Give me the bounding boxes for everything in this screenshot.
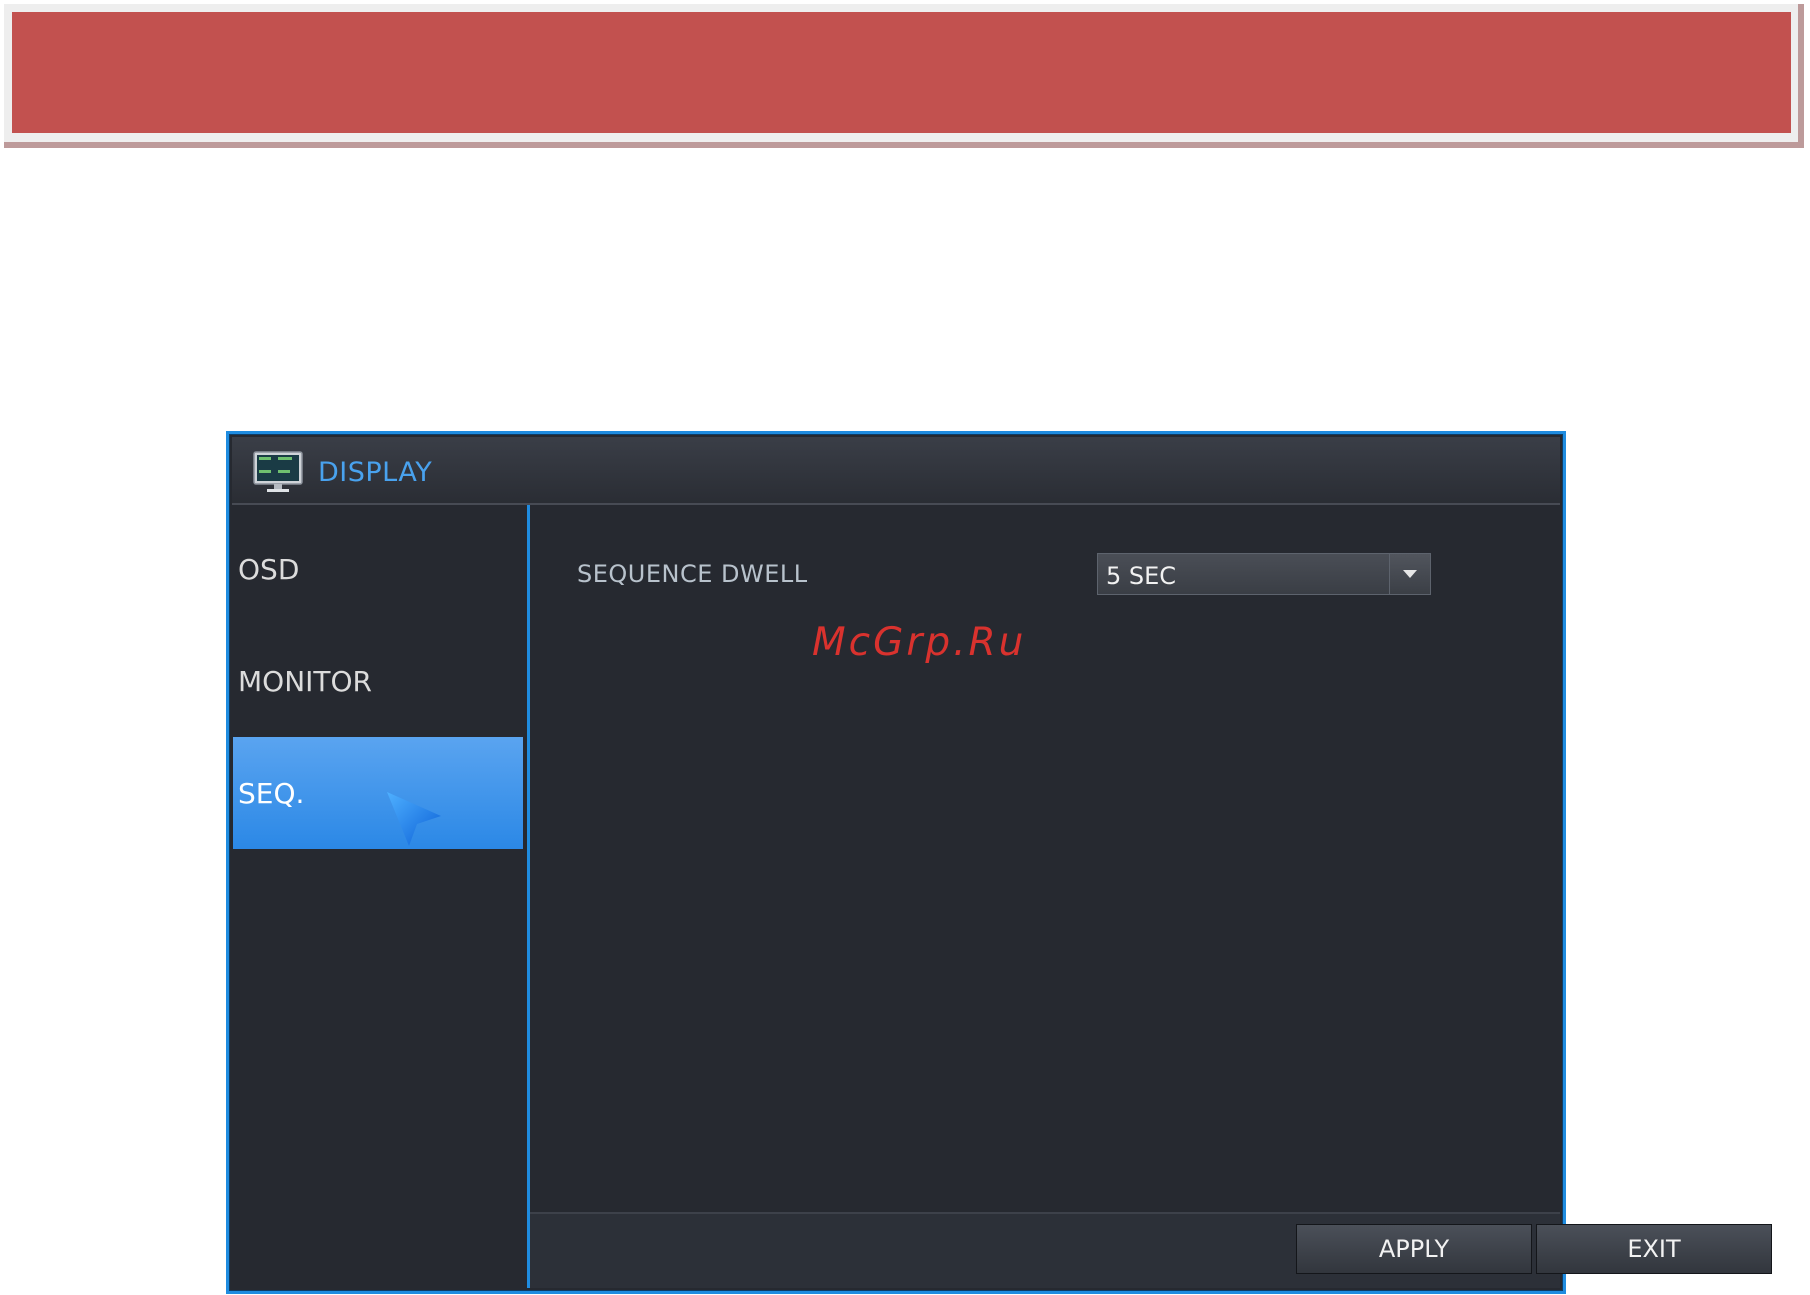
chevron-down-icon[interactable]: [1389, 554, 1430, 594]
sequence-dwell-dropdown[interactable]: 5 SEC: [1097, 553, 1431, 595]
apply-button[interactable]: APPLY: [1296, 1224, 1532, 1274]
watermark-text: McGrp.Ru: [812, 620, 1027, 665]
title-bar: DISPLAY: [232, 437, 1560, 505]
sidebar-item-seq[interactable]: SEQ.: [233, 737, 523, 849]
display-settings-window: DISPLAY OSD MONITOR SEQ. SEQUENCE DWELL …: [226, 431, 1772, 1294]
page: DISPLAY OSD MONITOR SEQ. SEQUENCE DWELL …: [0, 0, 1810, 1295]
header-frame-inner: [4, 4, 1798, 142]
dropdown-value: 5 SEC: [1106, 562, 1177, 590]
footer-bar: APPLY EXIT: [530, 1212, 1772, 1288]
settings-panel: SEQUENCE DWELL 5 SEC APPLY EXIT: [530, 505, 1772, 1288]
monitor-icon: [253, 451, 303, 492]
sidebar-item-label: OSD: [238, 552, 300, 586]
sidebar: OSD MONITOR SEQ.: [232, 505, 530, 1288]
sidebar-item-osd[interactable]: OSD: [233, 513, 523, 625]
mouse-cursor-icon: [387, 792, 441, 846]
exit-button[interactable]: EXIT: [1536, 1224, 1772, 1274]
sidebar-item-label: SEQ.: [238, 776, 305, 810]
sidebar-item-monitor[interactable]: MONITOR: [233, 625, 523, 737]
header-frame: [4, 4, 1804, 148]
sequence-dwell-label: SEQUENCE DWELL: [577, 560, 808, 588]
window-title: DISPLAY: [318, 457, 433, 488]
header-band: [12, 12, 1791, 133]
sidebar-item-label: MONITOR: [238, 664, 372, 698]
